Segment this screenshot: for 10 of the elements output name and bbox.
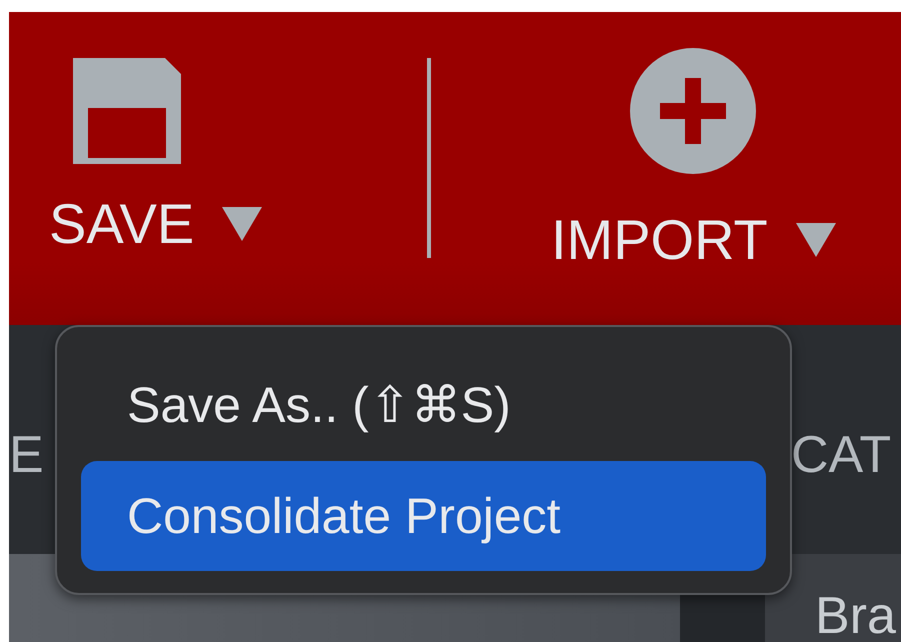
menu-item[interactable]: Save As.. (⇧⌘S) [81, 349, 766, 461]
table-cell: Bra [815, 587, 896, 642]
menu-item[interactable]: Consolidate Project [81, 461, 766, 571]
column-header: E [9, 425, 44, 485]
import-button[interactable]: IMPORT [551, 48, 836, 268]
save-button[interactable]: SAVE [49, 58, 299, 252]
plus-circle-icon [630, 48, 756, 174]
caret-icon [796, 223, 836, 257]
column-header: CAT [791, 425, 892, 485]
caret-icon [222, 207, 262, 241]
